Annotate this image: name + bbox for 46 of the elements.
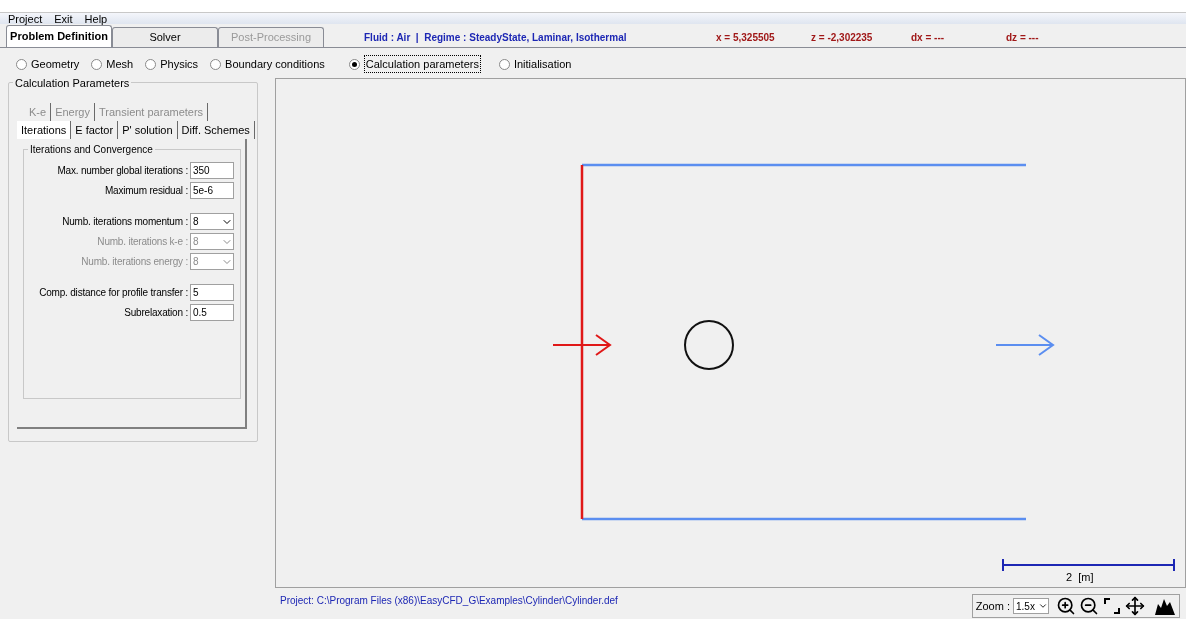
radio-option[interactable]: Physics <box>145 55 199 73</box>
field-label: Numb. iterations momentum : <box>62 215 188 229</box>
radio-option[interactable]: Mesh <box>91 55 134 73</box>
radio-button[interactable] <box>498 58 510 70</box>
input-field[interactable]: 350 <box>190 162 234 179</box>
radio-option[interactable]: Geometry <box>16 55 80 73</box>
zoom-label: Zoom : <box>975 598 1010 614</box>
radio-button[interactable] <box>210 58 222 70</box>
zoom-dropdown[interactable]: 1.5x <box>1013 598 1049 614</box>
regime-status: Fluid : Air | Regime : SteadyState, Laminar, Isothermal <box>364 30 628 45</box>
radio-button[interactable] <box>145 58 157 70</box>
field-label: Numb. iterations k-e : <box>97 235 188 249</box>
outlet-arrow <box>995 334 1055 356</box>
field-label: Comp. distance for profile transfer : <box>39 286 188 300</box>
x-coordinate: x = 5,325505 <box>716 30 776 45</box>
menu-item[interactable]: Help <box>84 12 108 25</box>
field-label: Numb. iterations energy : <box>81 255 188 269</box>
dx-value: dx = --- <box>911 30 946 45</box>
tab[interactable]: Iterations <box>17 121 72 139</box>
zoom-out-icon[interactable] <box>1079 596 1099 616</box>
menu-item[interactable]: Exit <box>54 12 73 25</box>
dz-value: dz = --- <box>1006 30 1039 45</box>
zoom-in-icon[interactable] <box>1056 596 1076 616</box>
dropdown[interactable]: 8 <box>190 213 234 230</box>
cylinder-obstacle <box>684 320 734 370</box>
radio-button[interactable] <box>91 58 103 70</box>
field-label: Subrelaxation : <box>124 306 188 320</box>
group-title: Iterations and Convergence <box>28 142 155 157</box>
project-path: Project: C:\Program Files (x86)\EasyCFD_G\Examples\Cylinder\Cylinder.def <box>280 593 618 608</box>
radio-button[interactable] <box>16 58 27 70</box>
input-field[interactable]: 5 <box>190 284 234 301</box>
menu-item[interactable]: Project <box>8 12 43 25</box>
radio-option[interactable]: Boundary conditions <box>210 55 325 73</box>
radio-button[interactable] <box>348 58 360 70</box>
radio-option[interactable]: Initialisation <box>498 55 572 73</box>
field-label: Maximum residual : <box>104 184 188 198</box>
field-label: Max. number global iterations : <box>57 164 188 178</box>
inlet-arrow <box>552 334 612 356</box>
move-icon[interactable] <box>1125 596 1145 616</box>
input-field[interactable]: 5e-6 <box>190 182 234 199</box>
input-field[interactable]: 0.5 <box>190 304 234 321</box>
scale-label: 2 [m] <box>1066 570 1094 585</box>
fit-corners-icon[interactable] <box>1102 596 1122 616</box>
z-coordinate: z = -2,302235 <box>811 30 874 45</box>
tab[interactable]: Problem Definition <box>6 25 112 47</box>
tab[interactable]: Solver <box>112 27 218 47</box>
